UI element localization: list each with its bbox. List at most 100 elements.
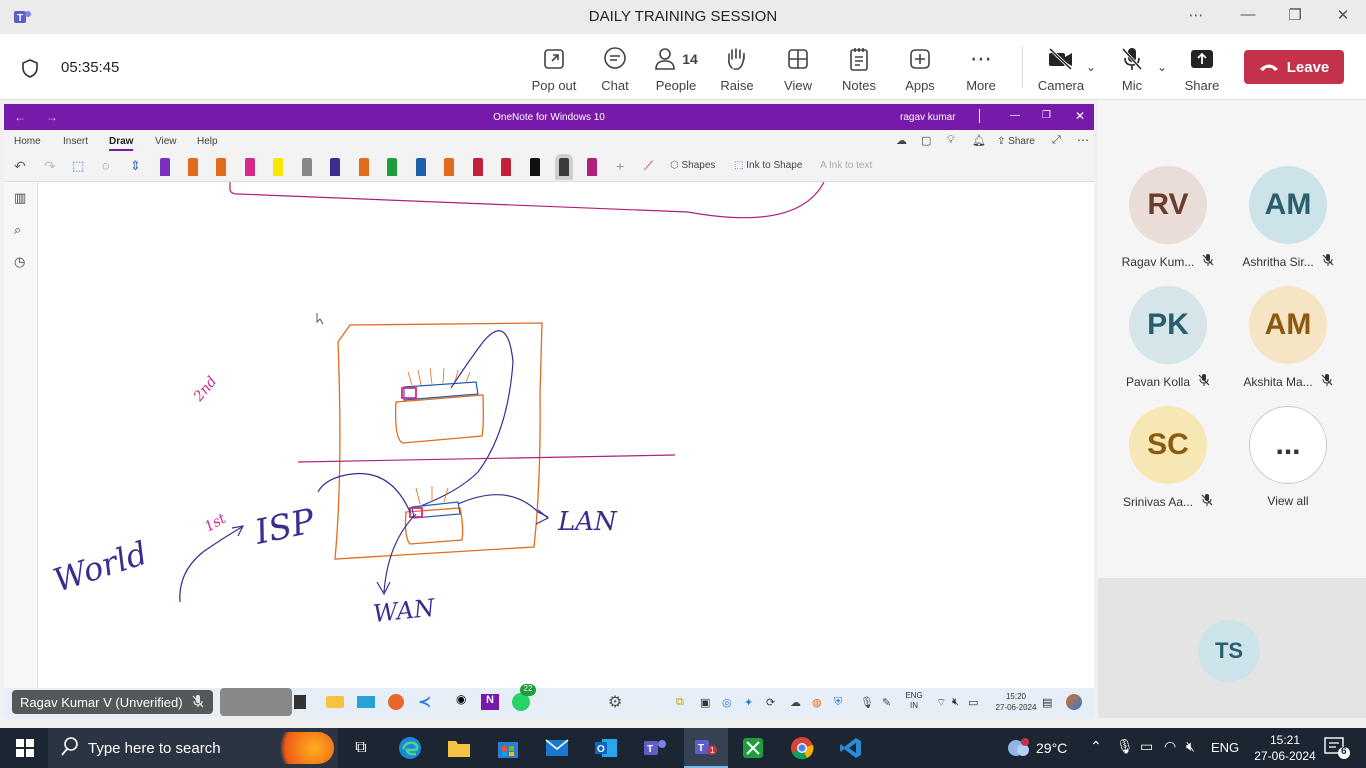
lightbulb-icon[interactable]: 💡︎: [947, 134, 955, 147]
participant-tile[interactable]: RV Ragav Kum...: [1108, 166, 1228, 269]
outlook-icon[interactable]: O: [591, 734, 621, 762]
language-indicator[interactable]: ENG: [1211, 740, 1239, 755]
pen-tool[interactable]: [530, 158, 540, 176]
more-options-icon[interactable]: ⋯: [1181, 6, 1211, 24]
speaker-muted-icon[interactable]: 🔇︎: [1186, 738, 1195, 755]
mail-icon[interactable]: [542, 734, 572, 762]
pen-tool[interactable]: [273, 158, 283, 176]
pen-tool[interactable]: [587, 158, 597, 176]
vscode-taskbar-icon[interactable]: [836, 734, 866, 762]
pen-tool[interactable]: [555, 154, 573, 180]
chevron-up-icon[interactable]: ⌃: [1090, 738, 1102, 755]
settings-icon[interactable]: ⚙: [608, 692, 622, 712]
undo-icon[interactable]: ↶: [14, 158, 26, 175]
weather-temperature[interactable]: 29°C: [1036, 740, 1067, 756]
edge-icon[interactable]: [395, 734, 425, 762]
onenote-taskbar-icon[interactable]: N: [481, 694, 499, 710]
pen-tool[interactable]: [330, 158, 340, 176]
language-indicator[interactable]: ENG IN: [904, 691, 924, 711]
copilot-icon[interactable]: [1066, 694, 1082, 710]
teams-taskbar-icon[interactable]: T: [640, 734, 670, 762]
pen-tool[interactable]: [302, 158, 312, 176]
mic-button[interactable]: Mic: [1102, 44, 1162, 93]
notifications-icon[interactable]: ▤: [1042, 696, 1052, 709]
tab-insert[interactable]: Insert: [63, 136, 88, 147]
task-view-icon[interactable]: ⧉: [346, 734, 376, 762]
ink-to-shape-button[interactable]: ⬚ Ink to Shape: [734, 160, 802, 171]
pen-tool[interactable]: [387, 158, 397, 176]
sync-icon[interactable]: ☁: [896, 134, 907, 147]
lasso-select-icon[interactable]: ◌: [102, 158, 110, 173]
chat-button[interactable]: Chat: [585, 44, 645, 93]
note-canvas[interactable]: World 1st 2nd ISP LAN WAN: [38, 181, 1094, 688]
leave-button[interactable]: Leave: [1244, 50, 1344, 84]
people-button[interactable]: 14 People: [646, 44, 706, 93]
pen-tool[interactable]: [245, 158, 255, 176]
share-button[interactable]: Share: [1172, 44, 1232, 93]
view-all-button[interactable]: ... View all: [1228, 406, 1348, 508]
apps-button[interactable]: Apps: [890, 44, 950, 93]
add-pen-icon[interactable]: +: [616, 158, 624, 174]
participant-tile[interactable]: PK Pavan Kolla: [1108, 286, 1228, 389]
notebooks-icon[interactable]: ▥: [14, 190, 26, 206]
windows-start-icon[interactable]: [10, 734, 40, 762]
cloud-icon[interactable]: ☁: [790, 696, 801, 709]
notes-button[interactable]: Notes: [829, 44, 889, 93]
pen-icon[interactable]: ✎: [882, 696, 891, 709]
pen-tool[interactable]: [160, 158, 170, 176]
onenote-minimize-button[interactable]: —: [1010, 110, 1020, 121]
select-objects-icon[interactable]: ⬚: [72, 158, 84, 174]
more-options-icon[interactable]: ⋯: [1077, 133, 1089, 147]
recent-icon[interactable]: ◷: [14, 254, 25, 270]
search-icon[interactable]: ⌕: [14, 222, 21, 238]
shared-clock[interactable]: 15:20 27-06-2024: [990, 691, 1042, 713]
teams-active-icon[interactable]: T1: [684, 728, 728, 768]
close-button[interactable]: ✕: [1328, 6, 1358, 24]
share-notebook-button[interactable]: ⇪ Share: [997, 136, 1035, 147]
vscode-icon[interactable]: ≺: [418, 692, 431, 712]
tray-icon-7[interactable]: ⛨: [834, 696, 842, 709]
restore-button[interactable]: ❐: [1280, 6, 1310, 24]
chrome-icon[interactable]: [787, 734, 817, 762]
ruler-icon[interactable]: ⟋: [644, 158, 653, 174]
monitor-icon[interactable]: [357, 696, 375, 708]
pen-tool[interactable]: [444, 158, 454, 176]
pen-tool[interactable]: [216, 158, 226, 176]
add-space-icon[interactable]: ⇕: [130, 158, 141, 174]
pen-tool[interactable]: [416, 158, 426, 176]
raise-hand-button[interactable]: Raise: [707, 44, 767, 93]
tray-icon-5[interactable]: ⟳: [766, 696, 775, 709]
snipping-tool-icon[interactable]: [738, 734, 768, 762]
view-button[interactable]: View: [768, 44, 828, 93]
tray-icon-2[interactable]: ▣: [700, 696, 710, 709]
firefox-icon[interactable]: [388, 694, 404, 710]
spotlight-tile[interactable]: TS: [1098, 578, 1366, 718]
file-icon[interactable]: [294, 695, 306, 709]
ink-to-text-button[interactable]: A Ink to text: [820, 160, 872, 171]
tab-help[interactable]: Help: [197, 136, 218, 147]
file-explorer-icon[interactable]: [444, 734, 474, 762]
more-button[interactable]: ⋯ More: [951, 44, 1011, 93]
battery-icon[interactable]: ▭: [968, 696, 978, 709]
presenter-controls[interactable]: [220, 688, 292, 716]
wifi-icon[interactable]: ◠: [1164, 738, 1176, 755]
microphone-icon[interactable]: 🎙︎: [1116, 738, 1134, 755]
microphone-icon[interactable]: 🎙︎: [860, 696, 874, 709]
meet-now-icon[interactable]: ▭: [1140, 738, 1153, 755]
pen-tool[interactable]: [473, 158, 483, 176]
onenote-restore-button[interactable]: ❐: [1042, 110, 1051, 121]
expand-icon[interactable]: ⤢: [1052, 134, 1061, 147]
folder-icon[interactable]: [326, 696, 344, 708]
tab-draw[interactable]: Draw: [109, 136, 134, 151]
taskbar-search-box[interactable]: Type here to search: [48, 728, 338, 768]
pen-tool[interactable]: [359, 158, 369, 176]
tray-icon-3[interactable]: ◎: [722, 696, 732, 709]
participant-tile[interactable]: SC Srinivas Aa...: [1108, 406, 1228, 509]
weather-icon[interactable]: [1004, 738, 1032, 763]
camera-options-chevron-icon[interactable]: ⌄: [1086, 60, 1096, 74]
pen-tool[interactable]: [501, 158, 511, 176]
pen-tool[interactable]: [188, 158, 198, 176]
participant-tile[interactable]: AM Akshita Ma...: [1228, 286, 1348, 389]
sticky-notes-icon[interactable]: ▢: [921, 134, 931, 147]
redo-icon[interactable]: ↷: [44, 158, 56, 175]
